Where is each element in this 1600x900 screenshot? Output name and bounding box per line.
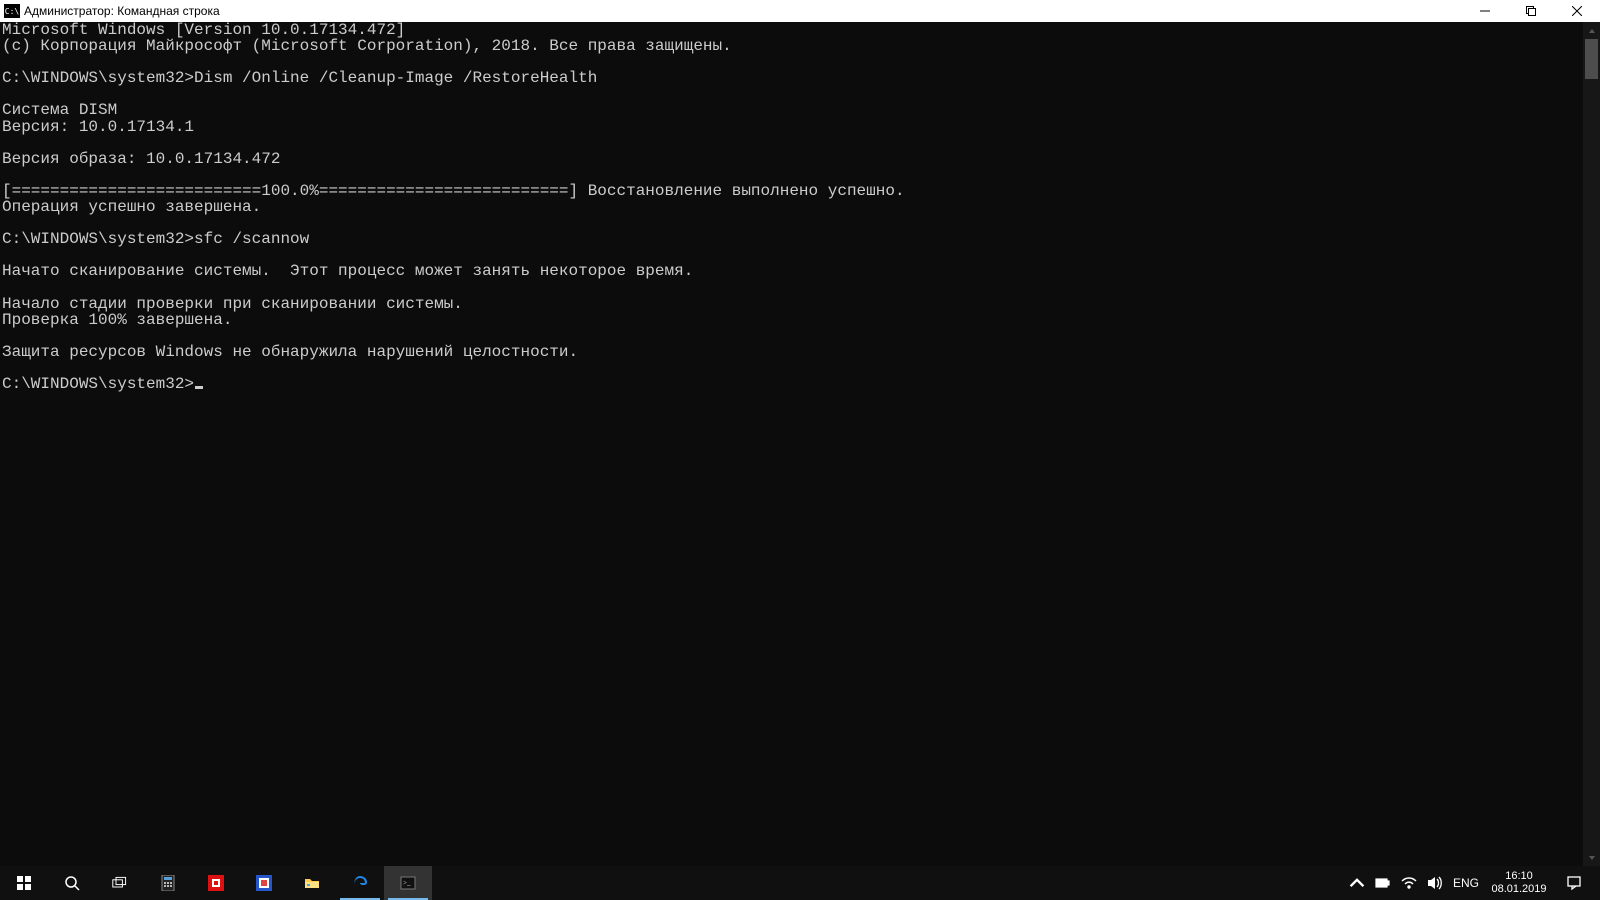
system-tray: ENG 16:10 08.01.2019: [1344, 866, 1600, 900]
maximize-button[interactable]: [1508, 0, 1554, 22]
action-center-button[interactable]: [1554, 875, 1594, 891]
task-view-button[interactable]: [96, 866, 144, 900]
edge-icon: [352, 875, 368, 891]
tray-date: 08.01.2019: [1491, 883, 1546, 896]
start-button[interactable]: [0, 866, 48, 900]
calculator-icon: [160, 875, 176, 891]
search-button[interactable]: [48, 866, 96, 900]
console-output[interactable]: Microsoft Windows [Version 10.0.17134.47…: [0, 22, 1584, 392]
tray-clock[interactable]: 16:10 08.01.2019: [1484, 870, 1554, 896]
battery-icon: [1375, 875, 1391, 891]
taskbar-left: >_: [0, 866, 432, 900]
cmd-app-icon: C:\: [4, 4, 20, 18]
notification-icon: [1566, 875, 1582, 891]
scrollbar-thumb[interactable]: [1585, 39, 1598, 79]
console-client-area: Microsoft Windows [Version 10.0.17134.47…: [0, 22, 1600, 866]
text-cursor: [195, 386, 203, 389]
chevron-up-icon: [1349, 875, 1365, 891]
taskbar: >_ ENG 16:10: [0, 866, 1600, 900]
taskbar-app-pinned-1[interactable]: [192, 866, 240, 900]
cmd-icon: >_: [400, 875, 416, 891]
taskbar-app-cmd[interactable]: >_: [384, 866, 432, 900]
app-icon: [208, 875, 224, 891]
scroll-down-arrow-icon[interactable]: [1583, 849, 1600, 866]
search-icon: [64, 875, 80, 891]
window-titlebar[interactable]: C:\ Администратор: Командная строка: [0, 0, 1600, 22]
tray-network-icon[interactable]: [1396, 866, 1422, 900]
wifi-icon: [1401, 875, 1417, 891]
task-view-icon: [112, 875, 128, 891]
vertical-scrollbar[interactable]: [1583, 22, 1600, 866]
tray-time: 16:10: [1505, 870, 1533, 883]
taskbar-app-file-explorer[interactable]: [288, 866, 336, 900]
svg-text:>_: >_: [403, 879, 411, 887]
scrollbar-track[interactable]: [1583, 39, 1600, 849]
scroll-up-arrow-icon[interactable]: [1583, 22, 1600, 39]
command-prompt-window: C:\ Администратор: Командная строка Micr…: [0, 0, 1600, 866]
window-title: Администратор: Командная строка: [24, 4, 220, 18]
windows-logo-icon: [16, 875, 32, 891]
tray-overflow-button[interactable]: [1344, 866, 1370, 900]
minimize-button[interactable]: [1462, 0, 1508, 22]
taskbar-app-pinned-2[interactable]: [240, 866, 288, 900]
folder-icon: [304, 875, 320, 891]
console-prompt: C:\WINDOWS\system32>: [2, 375, 194, 393]
taskbar-app-edge[interactable]: [336, 866, 384, 900]
tray-power-icon[interactable]: [1370, 866, 1396, 900]
taskbar-app-calculator[interactable]: [144, 866, 192, 900]
app-icon: [256, 875, 272, 891]
tray-language-indicator[interactable]: ENG: [1448, 876, 1484, 890]
speaker-icon: [1427, 875, 1443, 891]
tray-volume-icon[interactable]: [1422, 866, 1448, 900]
close-button[interactable]: [1554, 0, 1600, 22]
